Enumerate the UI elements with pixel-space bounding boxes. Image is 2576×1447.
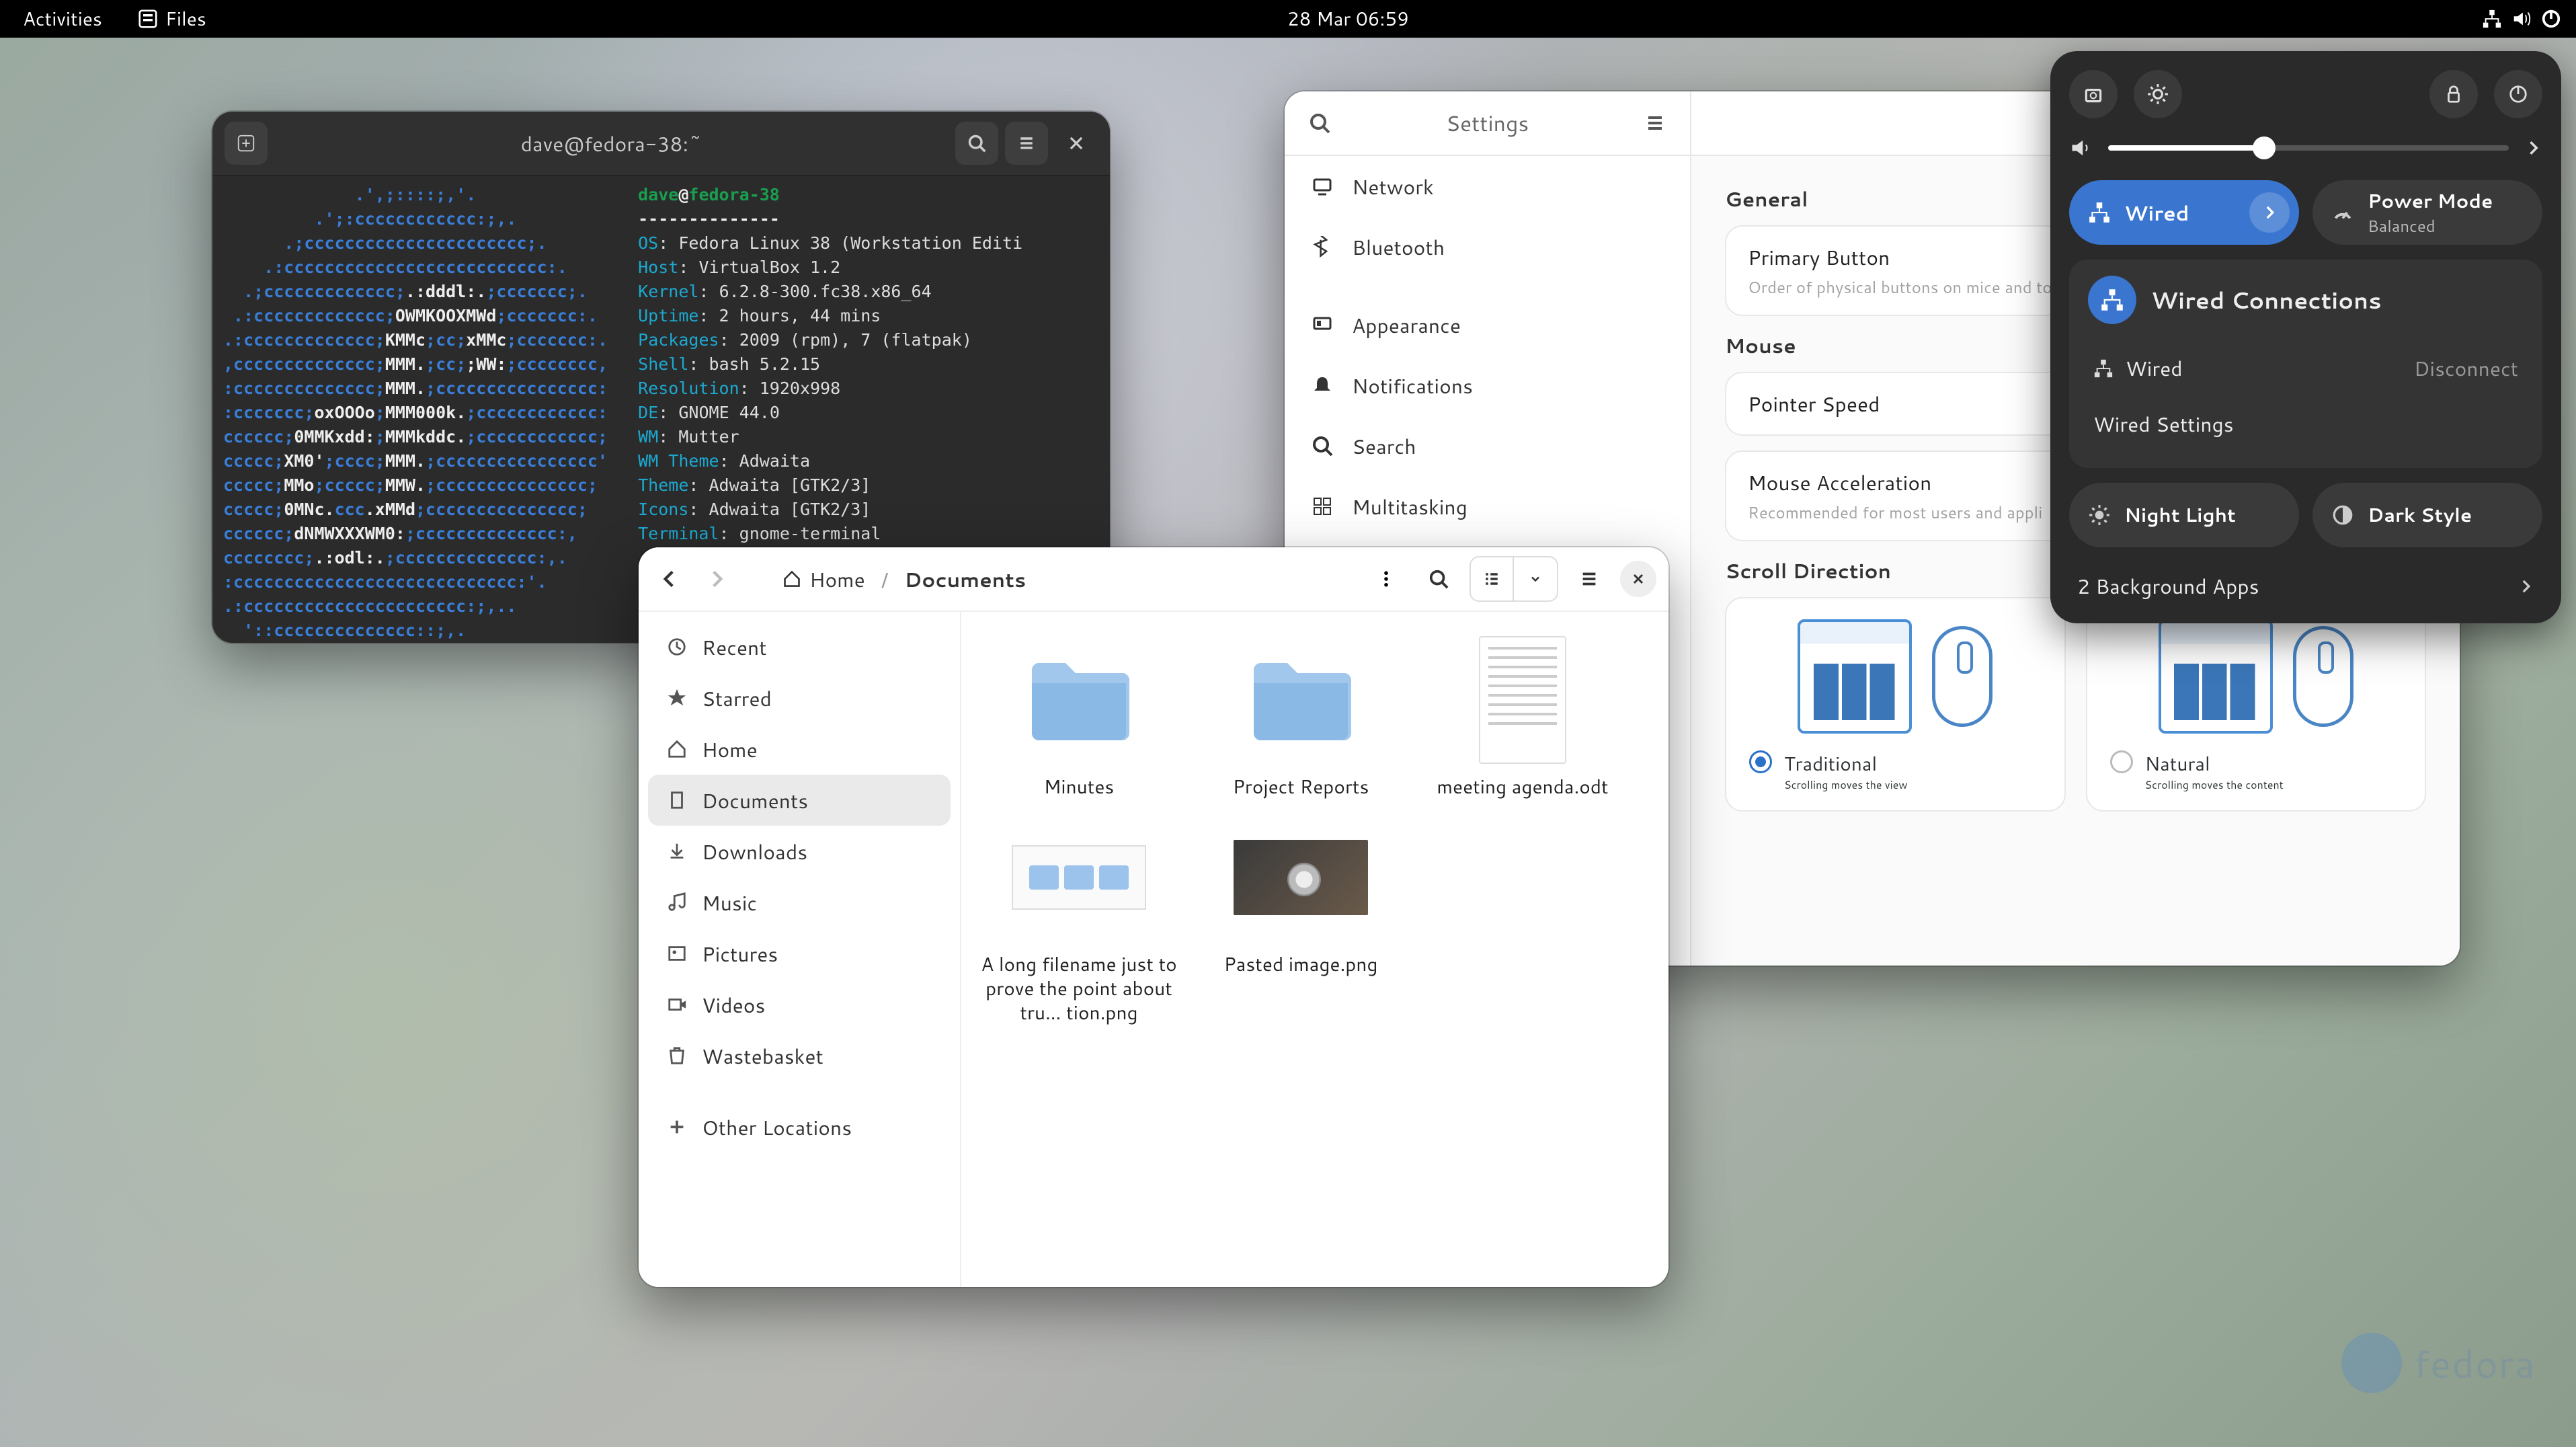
activities-button[interactable]: Activities <box>15 1 110 36</box>
sidebar-music[interactable]: Music <box>648 877 951 928</box>
new-tab-button[interactable] <box>225 122 268 165</box>
bluetooth-icon <box>1312 236 1333 258</box>
menu-button[interactable] <box>1005 122 1048 165</box>
breadcrumb[interactable]: Home / Documents <box>768 555 1041 603</box>
sidebar-item-network[interactable]: Network <box>1285 156 1690 217</box>
files-view[interactable]: Minutes Project Reports meeting agenda.o… <box>961 612 1668 1287</box>
top-panel: Activities Files 28 Mar 06:59 <box>0 0 2576 38</box>
activities-label: Activities <box>23 5 102 32</box>
search-icon <box>1312 435 1333 457</box>
wired-connections-title: Wired Connections <box>2151 284 2382 316</box>
hamburger-menu-button[interactable] <box>1568 557 1611 600</box>
dark-style-toggle[interactable]: Dark Style <box>2312 483 2542 547</box>
sidebar-videos[interactable]: Videos <box>648 979 951 1030</box>
radio-natural[interactable] <box>2110 750 2133 773</box>
wired-submenu: Wired Connections Wired Disconnect Wired… <box>2069 260 2542 468</box>
wired-expand-button[interactable] <box>2249 192 2290 233</box>
network-wired-icon <box>2088 276 2136 324</box>
breadcrumb-documents[interactable]: Documents <box>904 565 1026 594</box>
chevron-right-icon[interactable] <box>2524 139 2542 157</box>
background-apps-row[interactable]: 2 Background Apps <box>2069 562 2542 610</box>
fedora-watermark: fedora <box>2341 1333 2536 1393</box>
contrast-icon <box>2331 504 2354 526</box>
scroll-natural-option[interactable]: Natural Scrolling moves the content <box>2086 597 2427 812</box>
wired-settings-row[interactable]: Wired Settings <box>2088 396 2524 452</box>
back-button[interactable] <box>651 560 688 598</box>
night-light-toggle[interactable]: Night Light <box>2069 483 2299 547</box>
search-button[interactable] <box>955 122 998 165</box>
sidebar-item-search[interactable]: Search <box>1285 416 1690 476</box>
close-button[interactable] <box>1620 561 1656 597</box>
wired-toggle[interactable]: Wired <box>2069 180 2299 245</box>
quick-settings-panel: Wired Power Mode Balanced Wired Connecti… <box>2050 51 2561 623</box>
settings-button[interactable] <box>2134 70 2182 118</box>
breadcrumb-home[interactable]: Home <box>782 565 865 594</box>
clock-button[interactable]: 28 Mar 06:59 <box>1279 1 1417 36</box>
power-mode-toggle[interactable]: Power Mode Balanced <box>2312 180 2542 245</box>
files-sidebar: Recent Starred Home Documents Downloads … <box>639 612 961 1287</box>
sidebar-other-locations[interactable]: Other Locations <box>648 1101 951 1152</box>
wired-connection-row[interactable]: Wired Disconnect <box>2088 340 2524 396</box>
file-item-longname[interactable]: A long filename just to prove the point … <box>968 810 1190 1035</box>
scroll-traditional-option[interactable]: Traditional Scrolling moves the view <box>1725 597 2066 812</box>
network-wired-icon <box>2482 9 2502 29</box>
sidebar-recent[interactable]: Recent <box>648 621 951 672</box>
sidebar-item-multitasking[interactable]: Multitasking <box>1285 476 1690 537</box>
clock-label: 28 Mar 06:59 <box>1287 5 1409 32</box>
sidebar-home[interactable]: Home <box>648 724 951 775</box>
app-menu-label: Files <box>165 5 206 32</box>
sidebar-item-appearance[interactable]: Appearance <box>1285 295 1690 355</box>
files-icon <box>138 9 157 28</box>
close-button[interactable] <box>1055 122 1098 165</box>
appearance-icon <box>1312 314 1333 336</box>
terminal-headerbar: dave@fedora-38:~ <box>212 112 1110 176</box>
kebab-menu-button[interactable] <box>1365 557 1408 600</box>
volume-slider[interactable] <box>2108 145 2509 151</box>
bell-icon <box>1312 375 1333 396</box>
sidebar-documents[interactable]: Documents <box>648 775 951 826</box>
multitasking-icon <box>1312 496 1333 517</box>
files-window: Home / Documents Recent Starred Home Doc… <box>639 547 1668 1287</box>
power-icon <box>2541 9 2561 29</box>
sidebar-trash[interactable]: Wastebasket <box>648 1030 951 1081</box>
sidebar-item-bluetooth[interactable]: Bluetooth <box>1285 217 1690 277</box>
file-item-pasted[interactable]: Pasted image.png <box>1190 810 1412 1035</box>
sidebar-downloads[interactable]: Downloads <box>648 826 951 877</box>
view-dropdown-button[interactable] <box>1514 557 1557 600</box>
forward-button[interactable] <box>698 560 735 598</box>
volume-icon <box>2511 9 2532 29</box>
file-item-reports[interactable]: Project Reports <box>1190 632 1412 810</box>
lock-button[interactable] <box>2429 70 2478 118</box>
screenshot-button[interactable] <box>2069 70 2118 118</box>
display-icon <box>1312 175 1333 197</box>
gauge-icon <box>2331 201 2354 224</box>
sun-icon <box>2088 504 2111 526</box>
grid-view-button[interactable] <box>1471 557 1514 600</box>
search-button[interactable] <box>1417 557 1460 600</box>
files-headerbar: Home / Documents <box>639 547 1668 612</box>
file-item-minutes[interactable]: Minutes <box>968 632 1190 810</box>
settings-title: Settings <box>1341 108 1634 139</box>
radio-traditional[interactable] <box>1749 750 1772 773</box>
terminal-title: dave@fedora-38:~ <box>274 129 949 158</box>
network-wired-icon <box>2088 201 2111 224</box>
fedora-logo-icon <box>2341 1333 2402 1393</box>
power-button[interactable] <box>2494 70 2542 118</box>
app-menu-button[interactable]: Files <box>130 1 214 36</box>
sidebar-starred[interactable]: Starred <box>648 672 951 724</box>
status-area[interactable] <box>2482 9 2561 29</box>
volume-icon <box>2069 136 2093 160</box>
disconnect-button[interactable]: Disconnect <box>2414 354 2518 383</box>
view-switcher <box>1470 556 1558 602</box>
sidebar-pictures[interactable]: Pictures <box>648 928 951 979</box>
search-button[interactable] <box>1298 102 1341 145</box>
menu-button[interactable] <box>1634 102 1677 145</box>
sidebar-item-notifications[interactable]: Notifications <box>1285 355 1690 416</box>
file-item-agenda[interactable]: meeting agenda.odt <box>1412 632 1634 810</box>
